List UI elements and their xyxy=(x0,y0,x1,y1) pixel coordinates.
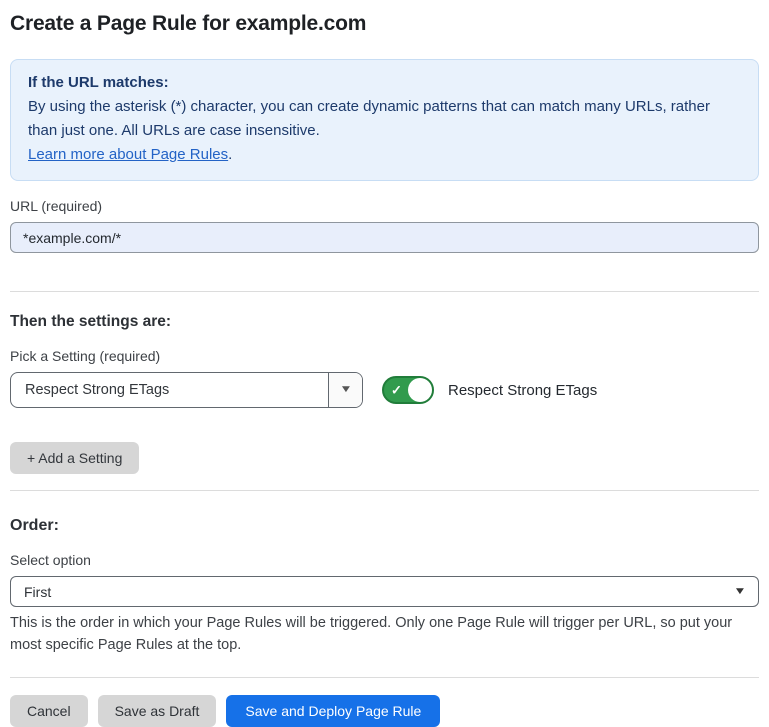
page-title: Create a Page Rule for example.com xyxy=(10,12,759,36)
setting-row: Respect Strong ETags ▼ ✓ Respect Strong … xyxy=(10,372,759,408)
order-heading: Order: xyxy=(10,517,759,535)
info-box-body: By using the asterisk (*) character, you… xyxy=(28,95,741,143)
check-icon: ✓ xyxy=(391,384,402,397)
url-label: URL (required) xyxy=(10,198,759,214)
settings-heading: Then the settings are: xyxy=(10,313,759,331)
setting-dropdown-value: Respect Strong ETags xyxy=(11,373,328,407)
order-select-value: First xyxy=(24,584,51,600)
save-deploy-button[interactable]: Save and Deploy Page Rule xyxy=(226,695,440,727)
cancel-button[interactable]: Cancel xyxy=(10,695,88,727)
save-draft-button[interactable]: Save as Draft xyxy=(98,695,217,727)
info-box-heading: If the URL matches: xyxy=(28,71,741,95)
url-input[interactable] xyxy=(10,222,759,253)
info-box-link-line: Learn more about Page Rules. xyxy=(28,143,741,167)
form-actions: Cancel Save as Draft Save and Deploy Pag… xyxy=(10,695,759,727)
pick-setting-label: Pick a Setting (required) xyxy=(10,348,759,364)
order-help-text: This is the order in which your Page Rul… xyxy=(10,612,755,656)
chevron-down-icon: ▼ xyxy=(339,385,352,395)
toggle-label: Respect Strong ETags xyxy=(448,382,597,399)
divider xyxy=(10,677,759,678)
setting-dropdown-arrow-button[interactable]: ▼ xyxy=(328,373,362,407)
url-match-info-box: If the URL matches: By using the asteris… xyxy=(10,59,759,181)
learn-more-link[interactable]: Learn more about Page Rules xyxy=(28,146,228,163)
create-page-rule-form: Create a Page Rule for example.com If th… xyxy=(0,0,769,727)
order-select[interactable]: First ▼ xyxy=(10,576,759,607)
link-period: . xyxy=(228,146,232,163)
divider xyxy=(10,490,759,491)
divider xyxy=(10,291,759,292)
chevron-down-icon: ▼ xyxy=(733,587,746,597)
setting-dropdown[interactable]: Respect Strong ETags ▼ xyxy=(10,372,363,408)
etag-toggle[interactable]: ✓ xyxy=(382,376,434,404)
select-option-label: Select option xyxy=(10,552,759,568)
add-setting-button[interactable]: + Add a Setting xyxy=(10,442,139,474)
toggle-knob xyxy=(408,378,432,402)
